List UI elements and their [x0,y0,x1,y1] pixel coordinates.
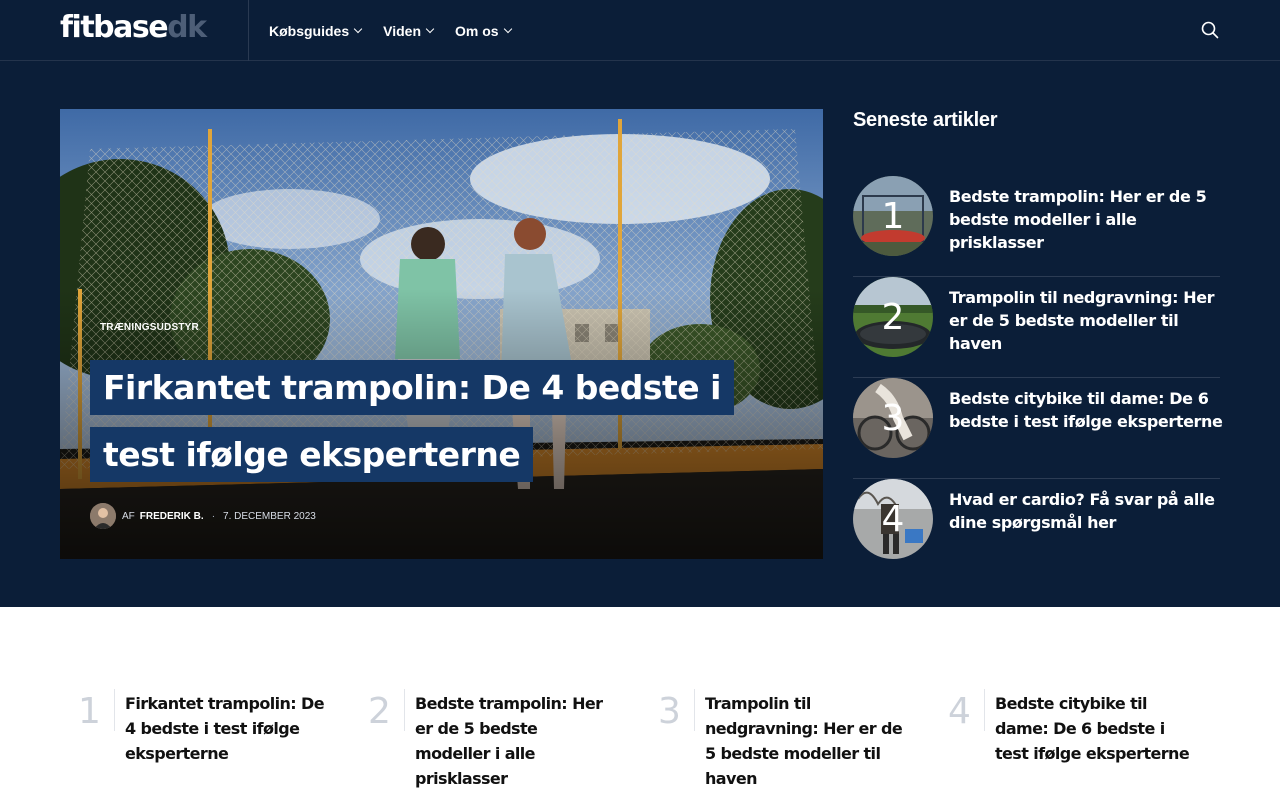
rank-divider [404,689,405,731]
featured-image-shade [60,109,823,559]
article-title[interactable]: Trampolin til nedgravning: Her er de 5 b… [949,286,1224,355]
author-prefix: AF [122,510,135,522]
article-category[interactable]: TRÆNINGSUDSTYR [100,322,199,333]
nav-item-kobsguides[interactable]: Købsguides [269,22,363,39]
popular-article-title[interactable]: Firkantet trampolin: De 4 bedste i test … [125,691,325,766]
chevron-down-icon [503,24,512,34]
popular-rank: 1 [78,691,101,732]
popular-article-item[interactable]: 3 Trampolin til nedgravning: Her er de 5… [640,689,930,789]
rank-divider [114,689,115,731]
article-title[interactable]: Bedste citybike til dame: De 6 bedste i … [949,387,1224,433]
rank-divider [694,689,695,731]
article-meta: AF FREDERIK B. · 7. DECEMBER 2023 [90,503,316,529]
logo-tld-text: dk [167,10,207,45]
article-rank: 4 [881,498,905,540]
popular-rank: 4 [948,691,971,732]
nav-label: Viden [383,22,421,39]
rank-divider [984,689,985,731]
logo-main-text: fitbase [60,10,169,45]
sidebar-title: Seneste artikler [853,109,998,131]
article-title[interactable]: Hvad er cardio? Få svar på alle dine spø… [949,488,1224,534]
popular-article-title[interactable]: Bedste citybike til dame: De 6 bedste i … [995,691,1195,766]
article-thumbnail: 2 [853,277,933,357]
latest-article-item[interactable]: 2 Trampolin til nedgravning: Her er de 5… [853,277,1220,378]
site-header: fitbasedk Købsguides Viden Om os [0,0,1280,61]
popular-rank: 3 [658,691,681,732]
chevron-down-icon [353,24,363,34]
nav-item-viden[interactable]: Viden [383,22,435,39]
nav-label: Købsguides [269,22,350,39]
popular-article-title[interactable]: Bedste trampolin: Her er de 5 bedste mod… [415,691,615,791]
nav-label: Om os [455,22,499,39]
latest-article-item[interactable]: 4 Hvad er cardio? Få svar på alle dine s… [853,479,1220,580]
author-avatar [90,503,116,529]
article-thumbnail: 4 [853,479,933,559]
popular-rank: 2 [368,691,391,732]
article-title[interactable]: Bedste trampolin: Her er de 5 bedste mod… [949,185,1224,254]
popular-article-item[interactable]: 4 Bedste citybike til dame: De 6 bedste … [930,689,1220,789]
popular-article-item[interactable]: 2 Bedste trampolin: Her er de 5 bedste m… [350,689,640,789]
meta-separator: · [211,510,216,522]
popular-articles-list: 1 Firkantet trampolin: De 4 bedste i tes… [60,689,1220,789]
popular-article-title[interactable]: Trampolin til nedgravning: Her er de 5 b… [705,691,905,791]
latest-article-item[interactable]: 1 Bedste trampolin: Her er de 5 bedste m… [853,176,1220,277]
article-thumbnail: 1 [853,176,933,256]
author-link[interactable]: FREDERIK B. [140,511,204,522]
article-rank: 3 [881,397,905,439]
article-rank: 1 [881,195,905,237]
avatar-image [90,503,116,529]
latest-articles-list: 1 Bedste trampolin: Her er de 5 bedste m… [853,176,1223,580]
chevron-down-icon [425,24,435,34]
site-logo[interactable]: fitbasedk [60,10,207,45]
search-button[interactable] [1201,21,1219,39]
latest-article-item[interactable]: 3 Bedste citybike til dame: De 6 bedste … [853,378,1223,479]
header-divider [248,0,249,61]
popular-article-item[interactable]: 1 Firkantet trampolin: De 4 bedste i tes… [60,689,350,789]
article-rank: 2 [881,296,905,338]
featured-article[interactable]: TRÆNINGSUDSTYR Firkantet trampolin: De 4… [60,109,823,559]
article-headline-text: Firkantet trampolin: De 4 bedste i test … [90,360,734,482]
main-nav: Købsguides Viden Om os [269,0,512,61]
publish-date: 7. DECEMBER 2023 [223,510,316,522]
article-thumbnail: 3 [853,378,933,458]
article-headline[interactable]: Firkantet trampolin: De 4 bedste i test … [90,354,750,488]
search-icon [1201,21,1219,39]
hero-section: TRÆNINGSUDSTYR Firkantet trampolin: De 4… [0,61,1280,607]
nav-item-om-os[interactable]: Om os [455,22,512,39]
